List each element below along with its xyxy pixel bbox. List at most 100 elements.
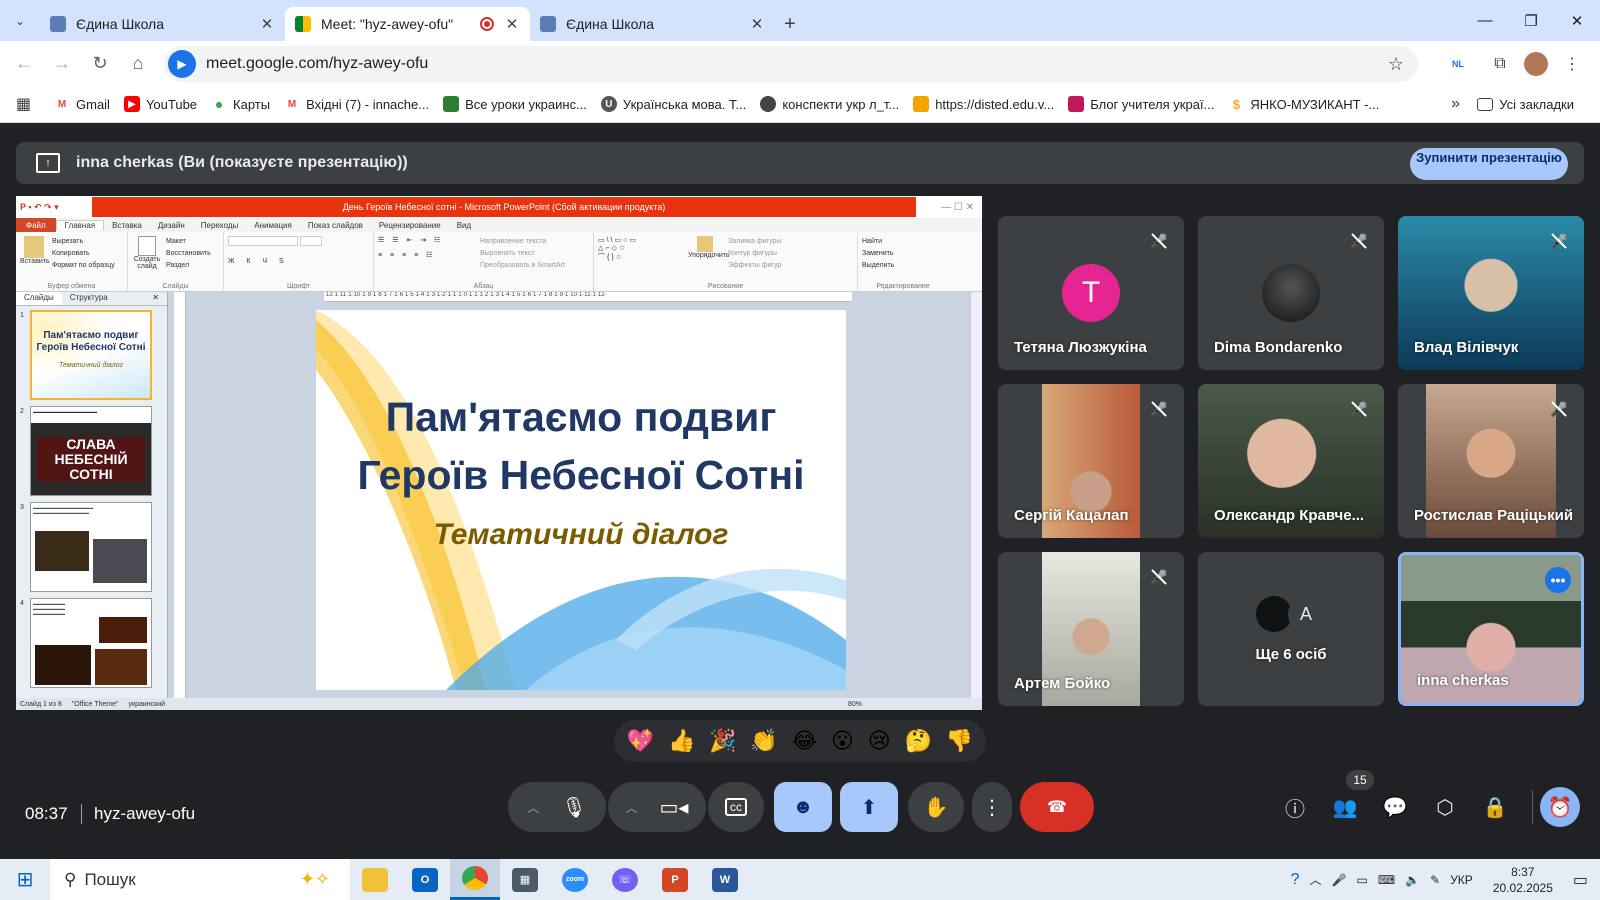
bookmark-item[interactable]: Все уроки украинс...	[443, 96, 587, 112]
reaction-thumbs-up[interactable]: 👍	[668, 728, 695, 754]
zoom-app[interactable]: zoom	[550, 859, 600, 900]
chrome-menu-icon[interactable]: ⋮	[1554, 46, 1590, 82]
close-tab-icon[interactable]: ✕	[504, 15, 520, 33]
reaction-party[interactable]: 🎉	[709, 728, 736, 754]
back-icon[interactable]: ←	[6, 46, 42, 82]
all-bookmarks[interactable]: Усі закладки	[1477, 97, 1574, 112]
chat-icon[interactable]: 💬	[1380, 792, 1410, 822]
reaction-laugh[interactable]: 😂	[792, 728, 818, 754]
camera-button[interactable]: ︿ ▭◂	[608, 782, 706, 832]
bookmark-item[interactable]: M Gmail	[54, 96, 110, 112]
bookmark-item[interactable]: $ ЯНКО-МУЗИКАНТ -...	[1228, 96, 1380, 112]
close-tab-icon[interactable]: ✕	[749, 15, 765, 33]
chevron-up-icon[interactable]: ︿	[1310, 871, 1322, 888]
viber-app[interactable]: ☏	[600, 859, 650, 900]
present-now-button[interactable]: ⬆	[840, 782, 898, 832]
participant-tile[interactable]: 🎤 Dima Bondarenko	[1198, 216, 1384, 370]
reaction-clap[interactable]: 👏	[750, 728, 777, 754]
participant-name: Влад Вілівчук	[1414, 339, 1519, 356]
taskbar-clock[interactable]: 8:37 20.02.2025	[1488, 864, 1558, 896]
participant-tile[interactable]: 🎤 Влад Вілівчук	[1398, 216, 1584, 370]
bookmark-item[interactable]: M Вхідні (7) - innache...	[284, 96, 429, 112]
input-language[interactable]: УКР	[1450, 873, 1473, 887]
more-options-icon[interactable]: •••	[1545, 567, 1571, 593]
bookmark-label: YouTube	[145, 96, 198, 112]
bookmark-item[interactable]: конспекти укр л_т...	[760, 96, 899, 112]
participant-tile[interactable]: 🎤 Артем Бойко	[998, 552, 1184, 706]
reaction-thinking[interactable]: 🤔	[904, 728, 931, 754]
more-bookmarks-icon[interactable]: »	[1451, 95, 1460, 113]
bookmark-item[interactable]: Блог учителя украї...	[1068, 96, 1214, 112]
tab-edyna-shkola-1[interactable]: Єдина Школа ✕	[40, 7, 285, 41]
ppt-label: Восстановить	[166, 250, 211, 257]
pen-icon[interactable]: ✎	[1430, 873, 1440, 887]
profile-avatar[interactable]	[1524, 52, 1548, 76]
forward-icon[interactable]: →	[44, 46, 80, 82]
participant-tile[interactable]: 🎤 Сергій Кацалап	[998, 384, 1184, 538]
help-icon[interactable]: ?	[1291, 871, 1300, 889]
windows-start-icon[interactable]: ⊞	[0, 859, 50, 900]
stop-presenting-button[interactable]: Зупинити презентацію	[1410, 148, 1568, 180]
battery-icon[interactable]: ▭	[1357, 873, 1368, 887]
new-tab-icon[interactable]: +	[775, 7, 805, 41]
file-explorer-app[interactable]	[350, 859, 400, 900]
tab-edyna-shkola-2[interactable]: Єдина Школа ✕	[530, 7, 775, 41]
bookmark-star-icon[interactable]: ☆	[1388, 54, 1404, 75]
timer-clock-icon[interactable]: ⏰	[1540, 787, 1580, 827]
bookmark-item[interactable]: U Українська мова. Т...	[600, 96, 746, 112]
ppt-tab: Вид	[456, 220, 472, 230]
address-bar[interactable]: ▶ meet.google.com/hyz-awey-ofu ☆	[164, 46, 1418, 82]
leave-call-button[interactable]: ☎	[1020, 782, 1094, 832]
close-window-icon[interactable]: ✕	[1554, 0, 1600, 41]
activities-icon[interactable]: ⬡	[1430, 792, 1460, 822]
more-options-button[interactable]: ⋮	[972, 782, 1012, 832]
chrome-app[interactable]	[450, 859, 500, 900]
apps-grid-icon[interactable]: ▦	[16, 94, 42, 114]
reaction-sad[interactable]: 😢	[868, 728, 891, 754]
site-info-icon[interactable]: ▶	[168, 50, 196, 78]
sparkle-icon: ✦✧	[299, 869, 330, 889]
network-icon[interactable]: ⌨	[1378, 873, 1395, 887]
taskbar-search[interactable]: ⚲ Пошук ✦✧	[50, 859, 350, 900]
host-controls-lock-icon[interactable]: 🔒	[1480, 792, 1510, 822]
bookmark-item[interactable]: ▶ YouTube	[123, 96, 198, 112]
chevron-up-icon[interactable]: ︿	[626, 799, 638, 816]
word-app[interactable]: W	[700, 859, 750, 900]
people-icon[interactable]: 👥	[1330, 792, 1360, 822]
meeting-details-icon[interactable]: ⓘ	[1280, 792, 1310, 822]
calculator-app[interactable]: ▦	[500, 859, 550, 900]
tab-search-chevron-icon[interactable]: ⌄	[0, 0, 40, 41]
home-icon[interactable]: ⌂	[120, 46, 156, 82]
restore-icon[interactable]: ❐	[1508, 0, 1554, 41]
volume-icon[interactable]: 🔈	[1405, 873, 1420, 887]
participant-tile[interactable]: 🎤 Ростислав Раціцький	[1398, 384, 1584, 538]
participant-tile[interactable]: A Ще 6 осіб	[1198, 552, 1384, 706]
participant-name: Артем Бойко	[1014, 675, 1111, 692]
notifications-icon[interactable]: ▭	[1573, 870, 1588, 890]
powerpoint-app[interactable]: P	[650, 859, 700, 900]
reaction-heart[interactable]: 💖	[627, 728, 654, 754]
reactions-button[interactable]: ☻	[774, 782, 832, 832]
ppt-label: Выделить	[862, 262, 895, 269]
outlook-app[interactable]: O	[400, 859, 450, 900]
extension-nl-icon[interactable]: NL	[1440, 46, 1476, 82]
microphone-button[interactable]: ︿ 🎙	[508, 782, 606, 832]
reload-icon[interactable]: ↻	[82, 46, 118, 82]
participant-tile[interactable]: T 🎤 Тетяна Люзжукіна	[998, 216, 1184, 370]
reaction-surprised[interactable]: 😮	[831, 728, 854, 754]
captions-button[interactable]: cc	[708, 782, 764, 832]
microphone-tray-icon[interactable]: 🎤	[1332, 873, 1347, 887]
bookmark-item[interactable]: https://disted.edu.v...	[913, 96, 1054, 112]
reaction-thumbs-down[interactable]: 👎	[946, 728, 973, 754]
close-tab-icon[interactable]: ✕	[259, 15, 275, 33]
tab-meet[interactable]: Meet: "hyz-awey-ofu" ✕	[285, 7, 530, 41]
minimize-icon[interactable]: —	[1462, 0, 1508, 41]
chevron-up-icon[interactable]: ︿	[527, 799, 539, 816]
participant-tile-self[interactable]: ••• inna cherkas	[1398, 552, 1584, 706]
extensions-puzzle-icon[interactable]: ⧉	[1482, 46, 1518, 82]
book-icon	[443, 96, 460, 112]
raise-hand-button[interactable]: ✋	[908, 782, 964, 832]
bookmark-item[interactable]: ● Карты	[211, 96, 270, 112]
participant-tile[interactable]: 🎤 Олександр Кравче...	[1198, 384, 1384, 538]
ppt-group-paragraph: ☰ ☰ ⇤ ⇥ ☷ ≡ ≡ ≡ ≡ ☷ Направление текста Выр…	[374, 232, 594, 291]
